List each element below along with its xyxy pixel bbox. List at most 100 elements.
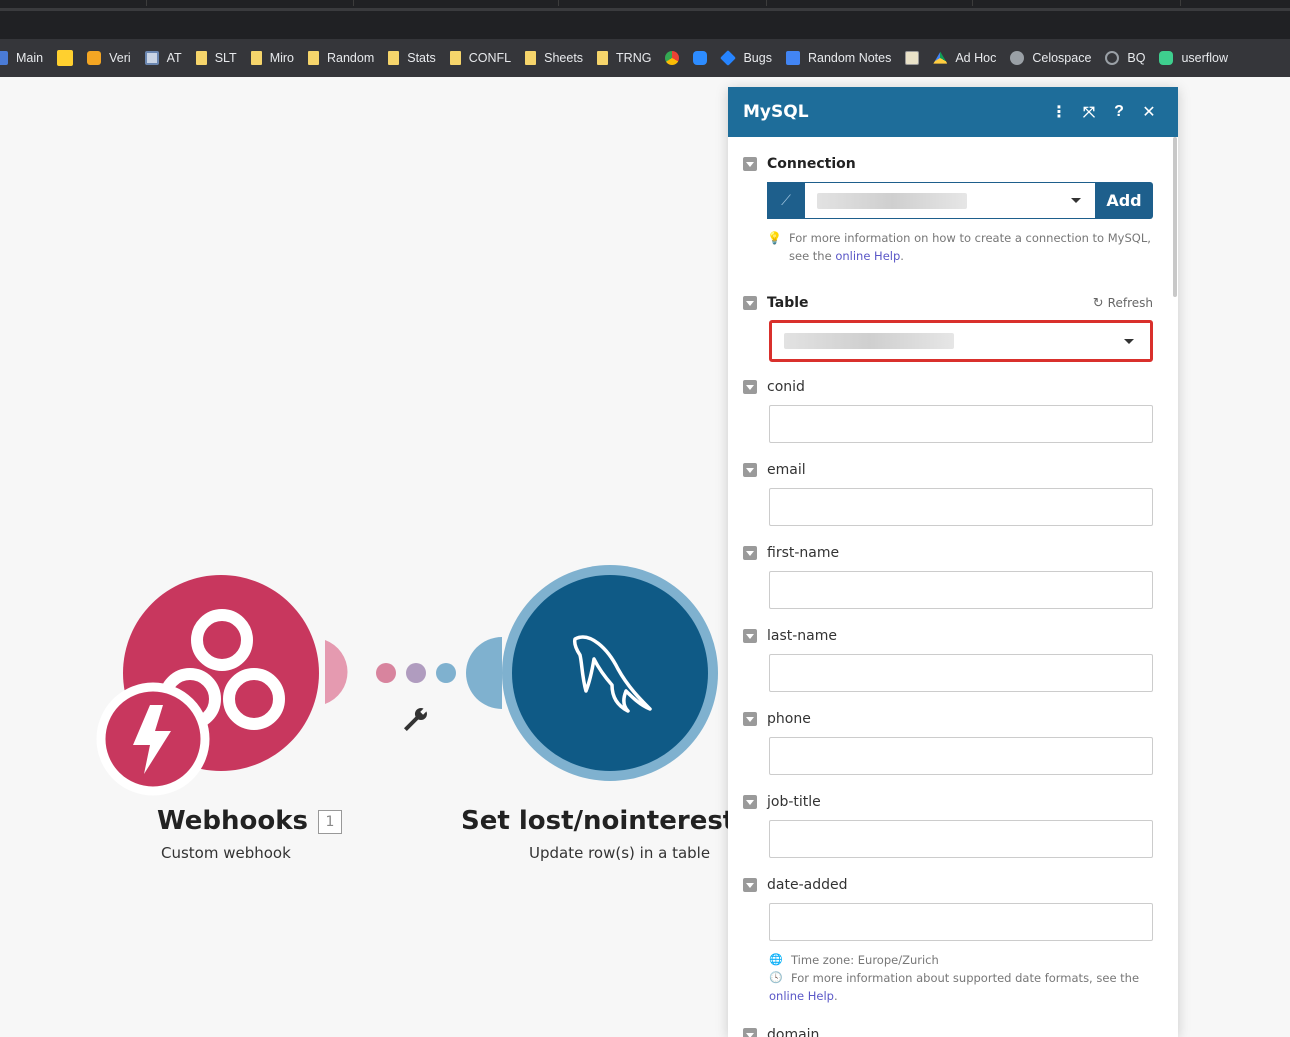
route-connector[interactable] xyxy=(376,663,456,683)
field-toggle[interactable] xyxy=(743,463,757,477)
folder-icon xyxy=(308,51,319,65)
date-added-input[interactable] xyxy=(769,903,1153,941)
connection-online-help-link[interactable]: online Help xyxy=(835,249,900,263)
webhook-module[interactable] xyxy=(96,575,348,796)
wrench-icon[interactable] xyxy=(401,705,430,734)
bookmark-random-notes[interactable]: Random Notes xyxy=(785,51,891,65)
help-icon[interactable]: ? xyxy=(1104,97,1134,127)
webhook-module-subtitle: Custom webhook xyxy=(161,844,291,862)
more-options-icon[interactable]: ⋮ xyxy=(1044,97,1074,127)
chrome-app-icon xyxy=(665,51,680,65)
expand-icon[interactable]: ⤧ xyxy=(1074,97,1104,127)
chevron-down-icon xyxy=(1124,339,1134,344)
bookmark-ad-hoc[interactable]: Ad Hoc xyxy=(933,51,996,65)
bookmarks-bar: Main Veri AT SLT Miro Random Stats CONFL… xyxy=(0,39,1290,77)
bookmark-confl[interactable]: CONFL xyxy=(449,51,511,65)
field-toggle[interactable] xyxy=(743,878,757,892)
field-date-added: date-added xyxy=(743,877,1153,893)
bookmark-random[interactable]: Random xyxy=(308,51,374,65)
field-toggle[interactable] xyxy=(743,629,757,643)
close-icon[interactable]: ✕ xyxy=(1134,97,1164,127)
mysql-module[interactable] xyxy=(466,565,718,781)
timezone-hint: Time zone: Europe/Zurich xyxy=(791,953,939,967)
table-value-redacted xyxy=(784,333,954,349)
gear-icon xyxy=(1105,51,1120,65)
bookmark-bugs[interactable]: Bugs xyxy=(720,50,772,66)
mysql-connection-icon: ⟋ xyxy=(767,182,805,219)
table-collapse-toggle[interactable] xyxy=(743,296,757,310)
webhook-module-title: Webhooks 1 xyxy=(157,806,342,836)
folder-icon xyxy=(195,51,207,65)
userflow-icon xyxy=(1159,51,1174,65)
field-toggle[interactable] xyxy=(743,795,757,809)
job-title-input[interactable] xyxy=(769,820,1153,858)
bookmark-slt[interactable]: SLT xyxy=(195,51,237,65)
bookmark-zoom[interactable] xyxy=(693,51,708,65)
folder-icon xyxy=(388,51,400,65)
address-bar-area xyxy=(0,11,1290,39)
field-last-name: last-name xyxy=(743,628,1153,644)
clock-icon: 🕓 xyxy=(769,971,783,984)
date-online-help-link[interactable]: online Help xyxy=(769,989,834,1003)
bookmark-miro-logo[interactable] xyxy=(57,50,74,66)
notepad-icon xyxy=(905,51,920,65)
connection-value-redacted xyxy=(817,192,967,209)
conid-input[interactable] xyxy=(769,405,1153,443)
folder-icon xyxy=(525,51,537,65)
table-select[interactable] xyxy=(769,320,1153,362)
bookmark-stats[interactable]: Stats xyxy=(388,51,436,65)
connection-collapse-toggle[interactable] xyxy=(743,157,757,171)
jira-icon xyxy=(720,50,737,66)
chevron-down-icon xyxy=(1071,198,1081,203)
folder-icon xyxy=(597,51,609,65)
connection-row: ⟋ Add xyxy=(767,182,1153,219)
field-toggle[interactable] xyxy=(743,712,757,726)
field-job-title: job-title xyxy=(743,794,1153,810)
folder-icon xyxy=(250,51,262,65)
panel-scrollbar[interactable] xyxy=(1173,137,1177,297)
bookmark-sheets[interactable]: Sheets xyxy=(525,51,583,65)
refresh-icon: ↻ xyxy=(1092,295,1104,311)
panel-header: MySQL ⋮ ⤧ ? ✕ xyxy=(728,87,1178,137)
field-first-name: first-name xyxy=(743,545,1153,561)
refresh-button[interactable]: ↻ Refresh xyxy=(1093,296,1153,311)
globe-icon: 🌐 xyxy=(769,953,783,966)
field-toggle[interactable] xyxy=(743,380,757,394)
mysql-module-subtitle: Update row(s) in a table xyxy=(529,844,711,862)
email-input[interactable] xyxy=(769,488,1153,526)
folder-icon xyxy=(449,51,461,65)
bookmark-miro[interactable]: Miro xyxy=(250,51,294,65)
bookmark-celospace[interactable]: Celospace xyxy=(1010,51,1091,65)
mysql-settings-panel: MySQL ⋮ ⤧ ? ✕ Connection ⟋ Add 💡 For mor… xyxy=(728,87,1178,1037)
mysql-input-handle[interactable] xyxy=(466,637,502,709)
field-toggle[interactable] xyxy=(743,1028,757,1037)
bookmark-bq[interactable]: BQ xyxy=(1105,51,1145,65)
google-docs-icon xyxy=(785,51,800,65)
first-name-input[interactable] xyxy=(769,571,1153,609)
panel-title: MySQL xyxy=(743,102,809,122)
date-hints: 🌐 Time zone: Europe/Zurich 🕓 For more info… xyxy=(769,953,1140,1003)
date-formats-hint: For more information about supported dat… xyxy=(791,971,1140,985)
connection-select[interactable] xyxy=(805,182,1095,219)
phone-input[interactable] xyxy=(769,737,1153,775)
bookmark-notepad[interactable] xyxy=(905,51,920,65)
field-domain: domain xyxy=(743,1027,1153,1037)
blue-app-icon xyxy=(0,51,8,65)
field-phone: phone xyxy=(743,711,1153,727)
bookmark-trng[interactable]: TRNG xyxy=(597,51,651,65)
connection-hint: 💡 For more information on how to create … xyxy=(767,231,1151,263)
last-name-input[interactable] xyxy=(769,654,1153,692)
google-drive-icon xyxy=(933,51,948,64)
miro-logo-icon xyxy=(57,50,74,66)
lightbulb-icon: 💡 xyxy=(767,231,782,245)
bookmark-veri[interactable]: Veri xyxy=(87,51,131,65)
operation-counter-badge[interactable]: 1 xyxy=(318,809,342,834)
bookmark-main[interactable]: Main xyxy=(0,51,43,65)
bookmark-userflow[interactable]: userflow xyxy=(1159,51,1228,65)
add-connection-button[interactable]: Add xyxy=(1095,182,1153,219)
field-toggle[interactable] xyxy=(743,546,757,560)
bookmark-chrome-app[interactable] xyxy=(665,51,680,65)
bookmark-at[interactable]: AT xyxy=(144,51,182,65)
globe-icon xyxy=(1010,51,1025,65)
webhook-output-handle[interactable] xyxy=(325,640,348,704)
